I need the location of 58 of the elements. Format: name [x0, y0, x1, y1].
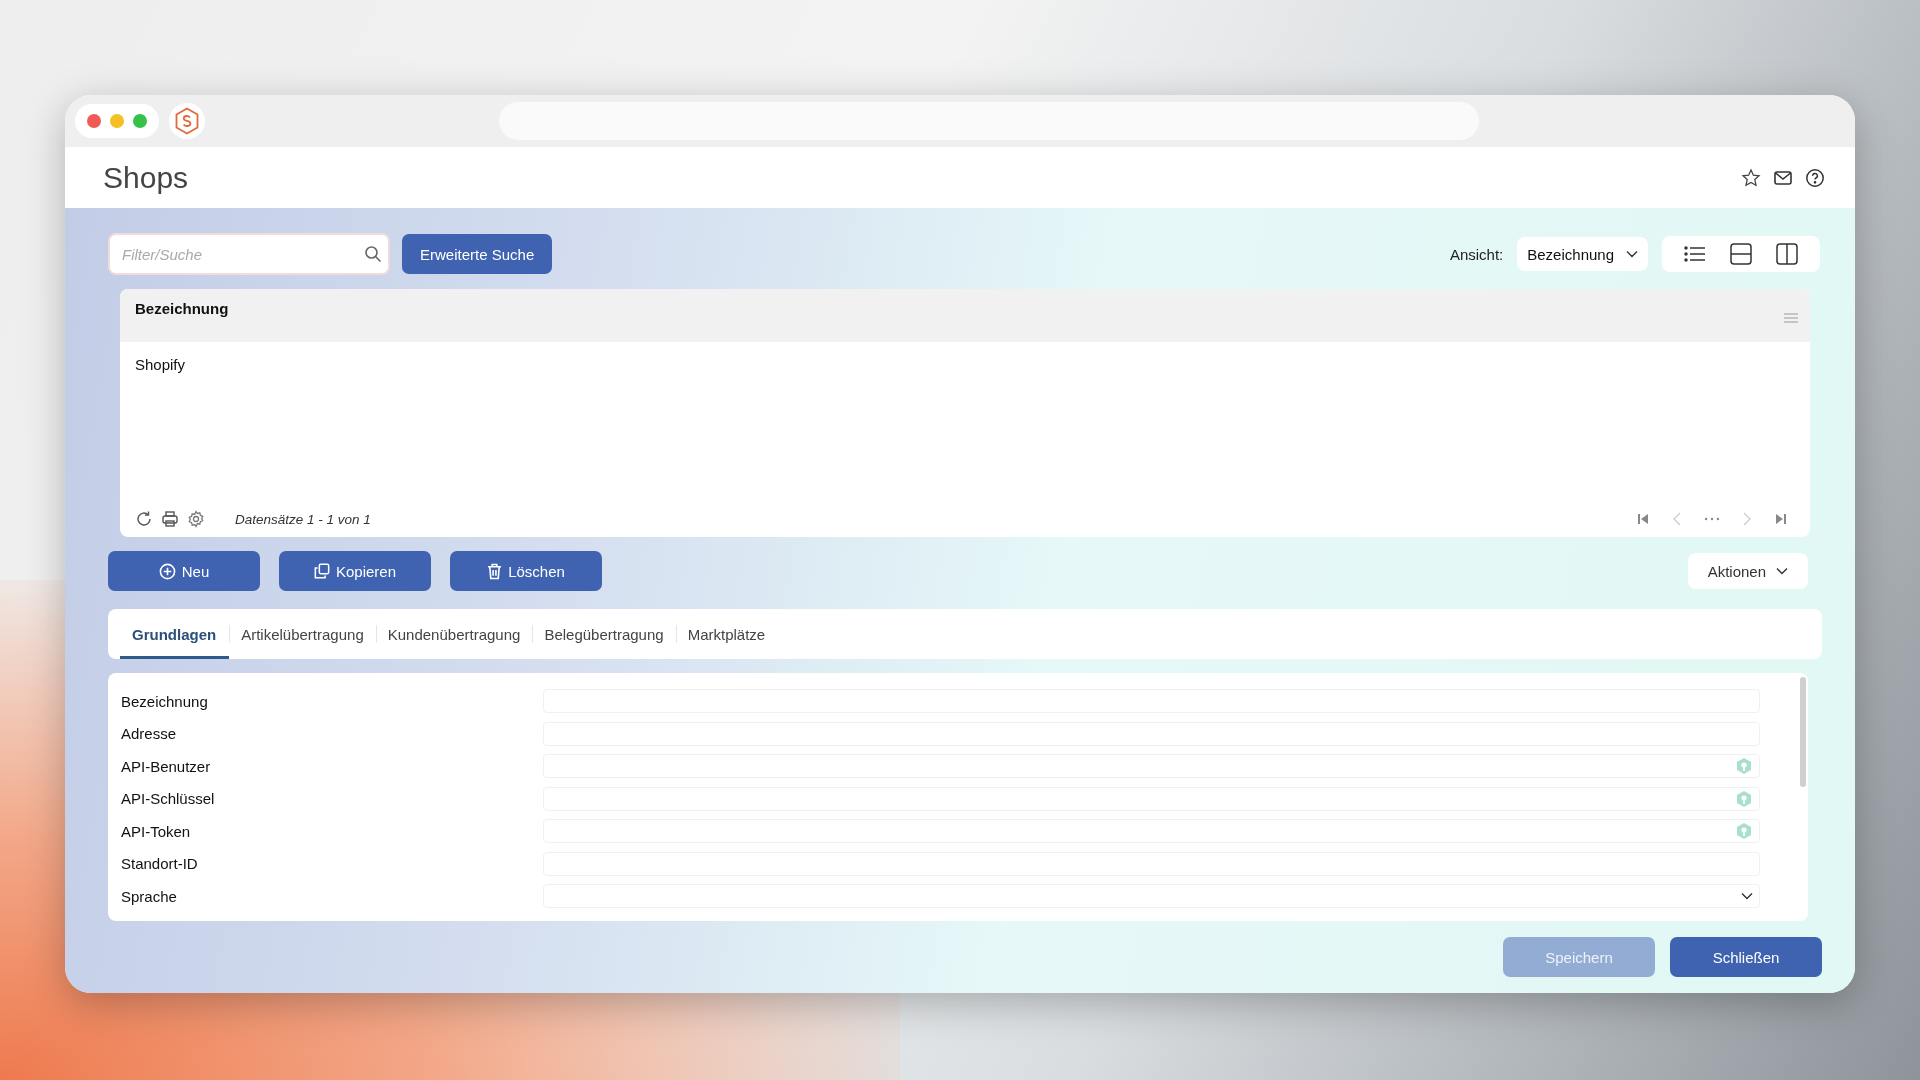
list-view-icon[interactable]: [1684, 244, 1706, 264]
input-field[interactable]: [543, 754, 1760, 779]
printer-icon[interactable]: [161, 510, 179, 528]
input-field[interactable]: [543, 819, 1760, 844]
view-label: Ansicht:: [1449, 245, 1504, 263]
scrollbar-thumb[interactable]: [1800, 677, 1806, 787]
footer-button[interactable]: Schließen: [1670, 937, 1822, 977]
previous-page-icon[interactable]: [1672, 512, 1682, 526]
copy-button[interactable]: Kopieren: [279, 551, 431, 591]
tab[interactable]: Marktplätze: [675, 609, 778, 659]
star-icon[interactable]: [1741, 167, 1761, 188]
settings-icon[interactable]: [187, 510, 205, 528]
trash-icon: [487, 562, 503, 580]
select-field[interactable]: [543, 884, 1760, 909]
search-icon[interactable]: [364, 245, 382, 263]
search-field[interactable]: Filter/Suche: [108, 233, 390, 275]
field-label: API-Schlüssel: [121, 790, 216, 808]
field-label: Adresse: [121, 725, 178, 743]
key-hexagon-icon[interactable]: [1735, 757, 1753, 776]
chevron-down-icon: [1626, 250, 1638, 258]
view-dropdown[interactable]: Bezeichnung: [1517, 237, 1648, 271]
first-page-icon[interactable]: [1636, 512, 1650, 526]
field-label: API-Token: [121, 822, 192, 840]
tab[interactable]: Kundenübertragung: [375, 609, 533, 659]
delete-button[interactable]: Löschen: [450, 551, 602, 591]
table-row[interactable]: Shopify: [135, 352, 1795, 377]
more-pages-icon[interactable]: [1704, 517, 1720, 521]
new-button[interactable]: Neu: [108, 551, 260, 591]
next-page-icon[interactable]: [1742, 512, 1752, 526]
maximize-window-button[interactable]: [133, 114, 147, 128]
refresh-icon[interactable]: [135, 510, 153, 528]
tab[interactable]: Artikelübertragung: [229, 609, 376, 659]
horizontal-split-icon[interactable]: [1730, 243, 1752, 265]
close-window-button[interactable]: [87, 114, 101, 128]
help-icon[interactable]: [1805, 167, 1825, 188]
plus-circle-icon: [158, 562, 176, 580]
last-page-icon[interactable]: [1774, 512, 1788, 526]
column-menu-icon[interactable]: [1784, 312, 1798, 324]
app-logo-icon: [174, 107, 200, 135]
field-label: Sprache: [121, 887, 178, 905]
dropdown-chevron-icon[interactable]: [1741, 892, 1753, 901]
key-hexagon-icon[interactable]: [1735, 822, 1753, 841]
actions-menu-button[interactable]: Aktionen: [1687, 553, 1808, 589]
copy-icon: [313, 563, 330, 579]
tab[interactable]: Belegübertragung: [532, 609, 676, 659]
chevron-down-icon: [1776, 567, 1788, 575]
advanced-search-button[interactable]: Erweiterte Suche: [402, 234, 553, 274]
field-label: API-Benutzer: [121, 757, 212, 775]
field-label: Bezeichnung: [121, 692, 209, 710]
input-field[interactable]: [543, 786, 1760, 811]
field-label: Standort-ID: [121, 855, 199, 873]
record-count: Datensätze 1 - 1 von 1: [235, 511, 371, 527]
vertical-split-icon[interactable]: [1776, 243, 1798, 265]
page-title: Shops: [103, 160, 189, 195]
key-hexagon-icon[interactable]: [1735, 789, 1753, 808]
column-header[interactable]: Bezeichnung: [135, 300, 229, 317]
minimize-window-button[interactable]: [110, 114, 124, 128]
tab[interactable]: Grundlagen: [120, 609, 230, 659]
